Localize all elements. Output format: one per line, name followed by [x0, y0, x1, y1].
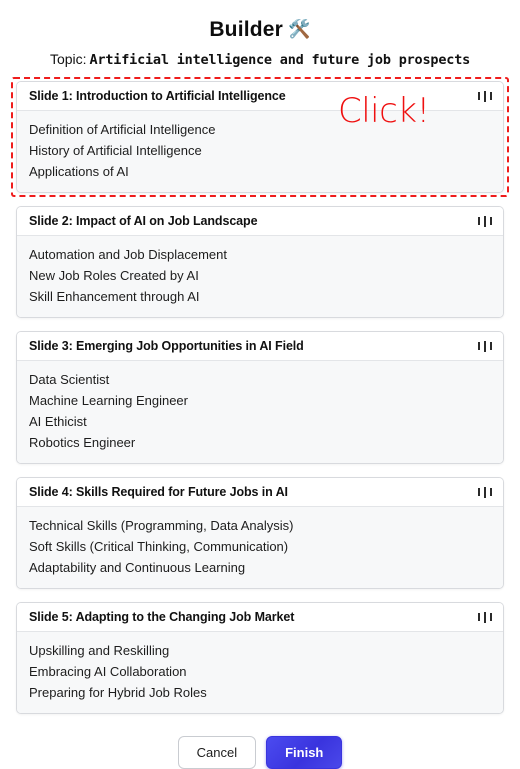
- slide-header[interactable]: Slide 3: Emerging Job Opportunities in A…: [17, 332, 503, 361]
- topic-label: Topic:: [49, 51, 87, 67]
- slide-body: Data Scientist Machine Learning Engineer A…: [17, 361, 503, 463]
- cancel-button[interactable]: Cancel: [177, 736, 257, 769]
- slide-bullet[interactable]: Machine Learning Engineer: [29, 390, 491, 411]
- topic-value: Artificial intelligence and future job p…: [89, 52, 471, 68]
- slide-card[interactable]: Slide 2: Impact of AI on Job Landscape Au…: [16, 206, 504, 318]
- slide-bullet[interactable]: Data Scientist: [29, 369, 491, 390]
- slide-bullet[interactable]: Automation and Job Displacement: [29, 244, 491, 265]
- slide-bullet[interactable]: Adaptability and Continuous Learning: [29, 557, 491, 578]
- drag-handle-icon[interactable]: [478, 485, 492, 499]
- slide-bullet[interactable]: Applications of AI: [29, 161, 491, 182]
- slide-bullet[interactable]: Technical Skills (Programming, Data Anal…: [29, 515, 491, 536]
- slide-header[interactable]: Slide 5: Adapting to the Changing Job Ma…: [17, 603, 503, 632]
- slide-card[interactable]: Slide 5: Adapting to the Changing Job Ma…: [16, 602, 504, 714]
- slide-card[interactable]: Slide 4: Skills Required for Future Jobs…: [16, 477, 504, 589]
- slide-body: Definition of Artificial Intelligence His…: [17, 111, 503, 192]
- slide-body: Technical Skills (Programming, Data Anal…: [17, 507, 503, 588]
- slides-list: Slide 1: Introduction to Artificial Inte…: [0, 81, 520, 714]
- slide-bullet[interactable]: Preparing for Hybrid Job Roles: [29, 682, 491, 703]
- slide-bullet[interactable]: AI Ethicist: [29, 411, 491, 432]
- slide-card[interactable]: Slide 3: Emerging Job Opportunities in A…: [16, 331, 504, 464]
- slide-title: Slide 3: Emerging Job Opportunities in A…: [29, 339, 304, 353]
- slide-bullet[interactable]: Soft Skills (Critical Thinking, Communic…: [29, 536, 491, 557]
- slide-body: Upskilling and Reskilling Embracing AI Co…: [17, 632, 503, 713]
- slide-bullet[interactable]: New Job Roles Created by AI: [29, 265, 491, 286]
- drag-handle-icon[interactable]: [478, 214, 492, 228]
- drag-handle-icon[interactable]: [478, 89, 492, 103]
- drag-handle-icon[interactable]: [478, 339, 492, 353]
- drag-handle-icon[interactable]: [478, 610, 492, 624]
- slide-title: Slide 2: Impact of AI on Job Landscape: [29, 214, 258, 228]
- slide-card[interactable]: Slide 1: Introduction to Artificial Inte…: [16, 81, 504, 193]
- slide-bullet[interactable]: Skill Enhancement through AI: [29, 286, 491, 307]
- topic-line: Topic: Artificial intelligence and future…: [0, 50, 520, 69]
- footer-actions: Cancel Finish: [0, 727, 520, 769]
- slide-bullet[interactable]: Embracing AI Collaboration: [29, 661, 491, 682]
- slide-body: Automation and Job Displacement New Job R…: [17, 236, 503, 317]
- slide-title: Slide 4: Skills Required for Future Jobs…: [29, 485, 288, 499]
- slide-header[interactable]: Slide 2: Impact of AI on Job Landscape: [17, 207, 503, 236]
- slide-title: Slide 5: Adapting to the Changing Job Ma…: [29, 610, 295, 624]
- slide-bullet[interactable]: Robotics Engineer: [29, 432, 491, 453]
- slide-bullet[interactable]: History of Artificial Intelligence: [29, 140, 491, 161]
- slide-bullet[interactable]: Definition of Artificial Intelligence: [29, 119, 491, 140]
- app-header: Builder 🛠️ Topic: Artificial intelligence …: [0, 0, 520, 69]
- slide-header[interactable]: Slide 1: Introduction to Artificial Inte…: [17, 82, 503, 111]
- page-title-text: Builder: [209, 18, 284, 41]
- slide-header[interactable]: Slide 4: Skills Required for Future Jobs…: [17, 478, 503, 507]
- finish-button[interactable]: Finish: [266, 736, 343, 769]
- hammer-and-wrench-icon: 🛠️: [288, 19, 311, 39]
- slide-bullet[interactable]: Upskilling and Reskilling: [29, 640, 491, 661]
- slide-title: Slide 1: Introduction to Artificial Inte…: [29, 89, 286, 103]
- page-title: Builder 🛠️: [0, 16, 520, 43]
